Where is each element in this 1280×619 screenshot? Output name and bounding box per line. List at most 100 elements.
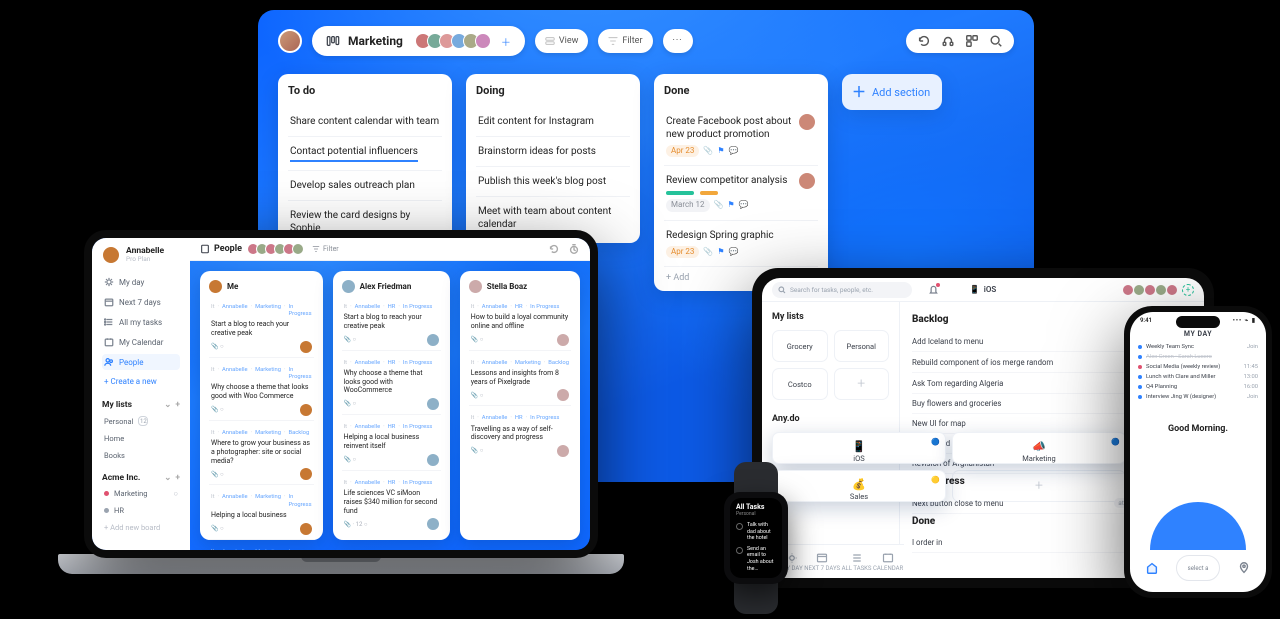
sidebar-list-item[interactable]: Books [102,449,180,462]
sidebar-section-mylists[interactable]: My lists ⌄ + [102,400,180,410]
search-icon[interactable] [988,33,1004,49]
people-task-card[interactable]: It · Annabelle · Marketing · Backlog Les… [469,356,571,407]
sidebar-item-next7days[interactable]: Next 7 days [102,294,180,310]
sidebar-list-item[interactable]: Home [102,432,180,445]
people-task-card[interactable]: It · Annabelle · Marketing · In Progress… [209,545,314,550]
sidebar-workspace-item[interactable]: Marketing ○ [102,487,180,500]
search-input[interactable]: Search for tasks, people, etc. [772,282,912,298]
sidebar-item-myday[interactable]: My day [102,274,180,290]
task-card[interactable]: Review competitor analysis March 12 📎 ⚑ … [664,166,818,220]
add-member-icon[interactable]: ＋ [501,34,511,49]
current-user-avatar[interactable] [278,29,302,53]
assignee-avatar [557,445,569,457]
filter-button[interactable]: Filter [598,29,652,53]
plus-icon[interactable]: + [175,400,180,410]
sidebar-item-people[interactable]: People [102,354,180,370]
sidebar-list-item[interactable]: Personal12 [102,414,180,428]
phone-time: 9:41 [1140,317,1152,324]
board-title-pill[interactable]: Marketing ＋ [312,26,525,56]
apps-icon[interactable] [964,33,980,49]
watch-task[interactable]: Talk with dad about the hotel [736,520,776,544]
task-card[interactable]: Create Facebook post about new product p… [664,107,818,166]
flag-icon: ⚑ [717,247,724,257]
list-tile[interactable]: Costco [772,368,828,400]
assignee-avatar [427,398,439,410]
person-name: Me [227,282,238,291]
watch-task[interactable]: Send an email to Josh about the… [736,544,776,574]
task-card[interactable]: Share content calendar with team [288,107,442,137]
sidebar-item-calendar[interactable]: My Calendar [102,334,180,350]
tablet-workspace-selector[interactable]: 📱iOS [970,285,996,294]
chevron-down-icon: ⌄ [164,473,171,483]
tab-nav-item[interactable]: NEXT 7 DAYS [804,552,840,572]
phone-task-row[interactable]: Social Media (weekly review)11:45 [1138,362,1258,372]
assignee-avatar [798,172,816,190]
add-list-tile[interactable]: + [834,368,890,400]
phone-bottom-nav: select a [1130,550,1266,586]
phone-center-button[interactable]: select a [1176,555,1220,581]
filter-button[interactable]: Filter [312,245,339,253]
task-card[interactable]: Edit content for Instagram [476,107,630,137]
people-task-card[interactable]: It · Annabelle · HR · In Progress Helpin… [342,420,441,471]
tab-nav-item[interactable]: ALL TASKS [842,552,872,572]
timer-icon[interactable] [568,243,580,255]
column-title: To do [288,84,442,97]
people-task-card[interactable]: It · Annabelle · Marketing · In Progress… [209,300,314,358]
task-card[interactable]: Brainstorm ideas for posts [476,137,630,167]
list-tile[interactable]: Personal [834,330,890,362]
add-section-button[interactable]: ＋ Add section [842,74,942,110]
sidebar-item-alltasks[interactable]: All my tasks [102,314,180,330]
refresh-icon[interactable] [548,243,560,255]
people-task-card[interactable]: It · Annabelle · HR · In Progress Why ch… [342,356,441,415]
phone-frame: 9:41 ••• ⌁ ▮ MY DAY Weekly Team SyncJoin… [1124,306,1272,598]
people-title: People [200,244,242,254]
people-members[interactable] [250,243,304,255]
chat-icon: 💬 [729,146,739,156]
task-card[interactable]: Publish this week's blog post [476,167,630,197]
board-members[interactable] [415,33,491,49]
sidebar-user[interactable]: Annabelle Pro Plan [102,246,180,264]
people-task-card[interactable]: It · Annabelle · Marketing · In Progress… [209,363,314,421]
person-avatar [209,280,222,293]
plus-icon[interactable]: + [175,473,180,483]
task-card[interactable]: Contact potential influencers [288,137,442,171]
task-card[interactable]: Develop sales outreach plan [288,171,442,201]
kanban-column-doing: Doing Edit content for Instagram Brainst… [466,74,640,243]
tab-nav-item[interactable]: CALENDAR [873,552,903,572]
support-icon[interactable] [940,33,956,49]
people-task-card[interactable]: It · Annabelle · HR · In Progress Start … [342,300,441,351]
workspace-tile[interactable]: 📣Marketing🔵 [952,432,1126,464]
phone-task-row[interactable]: Q4 Planning16:00 [1138,382,1258,392]
people-task-card[interactable]: It · Annabelle · Marketing · Backlog Whe… [209,426,314,485]
assignee-avatar [557,389,569,401]
people-icon [104,357,114,367]
assignee-avatar [557,334,569,346]
sidebar-item-create[interactable]: + Create a new [102,374,180,389]
people-task-card[interactable]: It · Annabelle · HR · In Progress Travel… [469,411,571,461]
sidebar-workspace-item[interactable]: HR [102,504,180,517]
home-icon[interactable] [1144,560,1160,576]
refresh-icon[interactable] [916,33,932,49]
flag-icon: ⚑ [717,146,724,156]
view-switch[interactable]: View [535,29,588,53]
phone-header: MY DAY [1130,330,1266,338]
list-tile[interactable]: Grocery [772,330,828,362]
phone-task-row[interactable]: Weekly Team SyncJoin [1138,342,1258,352]
notifications-icon[interactable] [928,284,939,295]
people-task-card[interactable]: It · Annabelle · Marketing · In Progress… [209,490,314,539]
sidebar-add-board[interactable]: + Add new board [102,521,180,534]
more-button[interactable]: ··· [663,29,693,53]
phone-task-row[interactable]: Lunch with Clare and Miller13:00 [1138,372,1258,382]
phone-task-row[interactable]: Interview Jing W (designer)Join [1138,392,1258,402]
check-circle-icon [736,523,743,530]
task-card[interactable]: Redesign Spring graphic Apr 23 📎 ⚑ 💬 [664,221,818,267]
workspace-tile[interactable]: 📱iOS🔵 [772,432,946,464]
kanban-column-done: Done Create Facebook post about new prod… [654,74,828,291]
workspace-tile[interactable]: 💰Sales🟡 [772,470,946,502]
sidebar-section-workspace[interactable]: Acme Inc. ⌄ + [102,473,180,483]
add-member-icon[interactable]: + [1182,284,1194,296]
people-task-card[interactable]: It · Annabelle · HR · In Progress Life s… [342,476,441,534]
phone-task-row[interactable]: Alex Green · Sarah Lucero [1138,352,1258,362]
location-icon[interactable] [1236,560,1252,576]
people-task-card[interactable]: It · Annabelle · HR · In Progress How to… [469,300,571,351]
